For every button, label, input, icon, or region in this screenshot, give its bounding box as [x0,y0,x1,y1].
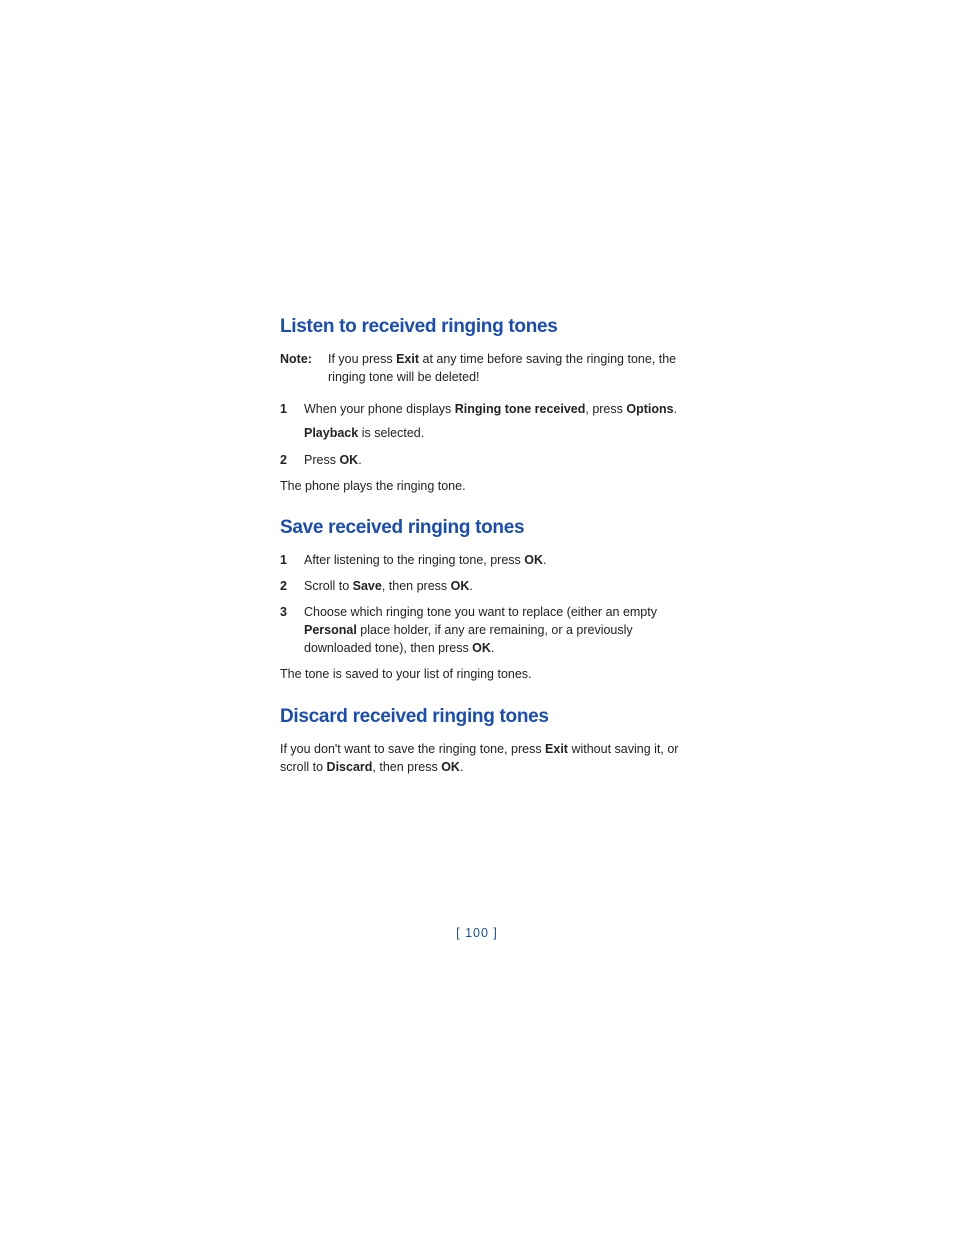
page-content: Listen to received ringing tones Note: I… [280,316,690,796]
discard-end: . [460,760,463,774]
listen-after: The phone plays the ringing tone. [280,477,690,495]
note-exit-bold: Exit [396,352,419,366]
listen-step-1: 1 When your phone displays Ringing tone … [280,400,690,442]
save-step-1: 1 After listening to the ringing tone, p… [280,551,690,569]
step1-sub: Playback is selected. [304,424,690,442]
heading-listen: Listen to received ringing tones [280,316,690,338]
listen-step-2: 2 Press OK. [280,451,690,469]
save-step-2: 2 Scroll to Save, then press OK. [280,577,690,595]
save-after: The tone is saved to your list of ringin… [280,665,690,683]
section-save: Save received ringing tones 1 After list… [280,517,690,684]
step-number: 3 [280,603,304,657]
note-body: If you press Exit at any time before sav… [328,350,690,386]
discard-exit-bold: Exit [545,742,568,756]
save2-end: . [469,579,472,593]
step1-opt-bold: Options [626,402,673,416]
step2-ok-bold: OK [339,453,358,467]
note-text-pre: If you press [328,352,396,366]
save2-ok-bold: OK [451,579,470,593]
save1-end: . [543,553,546,567]
save3-ok-bold: OK [472,641,491,655]
step-body: Press OK. [304,451,690,469]
save1-pre: After listening to the ringing tone, pre… [304,553,524,567]
save-step-3: 3 Choose which ringing tone you want to … [280,603,690,657]
note-row: Note: If you press Exit at any time befo… [280,350,690,386]
step-number: 1 [280,400,304,442]
step1-sub-post: is selected. [358,426,424,440]
save3-personal-bold: Personal [304,623,357,637]
step-body: After listening to the ringing tone, pre… [304,551,690,569]
step-body: Scroll to Save, then press OK. [304,577,690,595]
save3-end: . [491,641,494,655]
section-listen: Listen to received ringing tones Note: I… [280,316,690,495]
step-number: 2 [280,451,304,469]
discard-discard-bold: Discard [327,760,373,774]
step1-pre: When your phone displays [304,402,455,416]
step1-end: . [674,402,677,416]
discard-body: If you don't want to save the ringing to… [280,740,690,776]
step1-rt-bold: Ringing tone received [455,402,586,416]
step1-pb-bold: Playback [304,426,358,440]
note-label: Note: [280,350,324,386]
step-number: 1 [280,551,304,569]
step-number: 2 [280,577,304,595]
page-number: [ 100 ] [0,926,954,940]
discard-ok-bold: OK [441,760,460,774]
save2-save-bold: Save [353,579,382,593]
discard-mid2: , then press [372,760,441,774]
section-discard: Discard received ringing tones If you do… [280,706,690,776]
step-body: When your phone displays Ringing tone re… [304,400,690,442]
step2-pre: Press [304,453,339,467]
save2-mid: , then press [382,579,451,593]
step2-end: . [358,453,361,467]
save2-pre: Scroll to [304,579,353,593]
discard-pre: If you don't want to save the ringing to… [280,742,545,756]
step1-mid: , press [585,402,626,416]
save3-pre: Choose which ringing tone you want to re… [304,605,657,619]
heading-save: Save received ringing tones [280,517,690,539]
heading-discard: Discard received ringing tones [280,706,690,728]
save1-ok-bold: OK [524,553,543,567]
step-body: Choose which ringing tone you want to re… [304,603,690,657]
